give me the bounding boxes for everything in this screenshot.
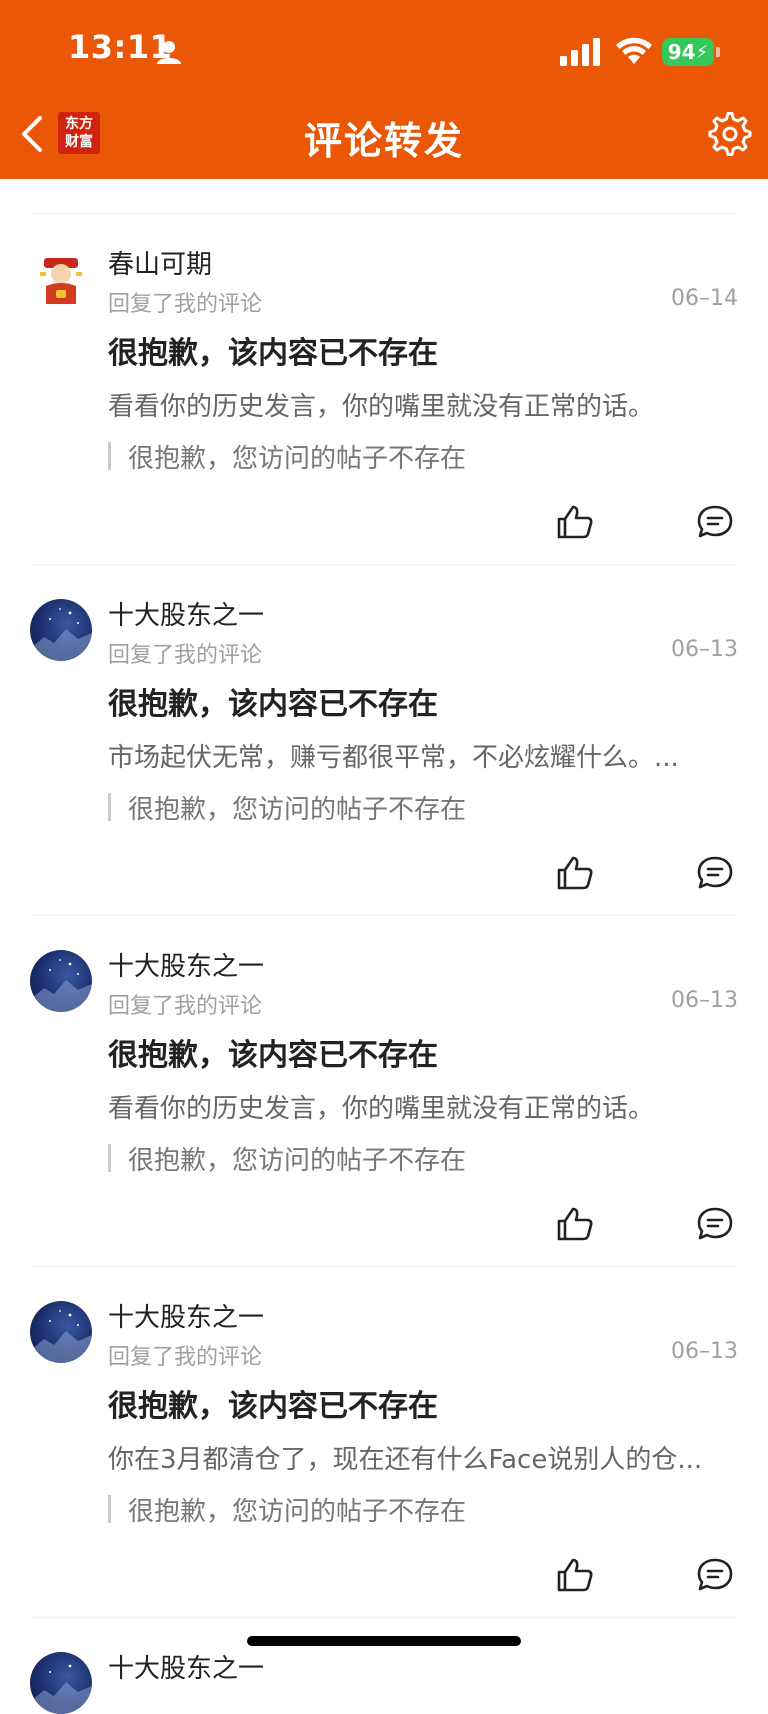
night-sky-avatar-image bbox=[30, 608, 92, 661]
thumbs-up-icon[interactable] bbox=[556, 1557, 594, 1593]
username[interactable]: 十大股东之一 bbox=[108, 595, 264, 632]
quoted-post[interactable]: 很抱歉，您访问的帖子不存在 bbox=[128, 789, 466, 826]
comment-bubble-icon[interactable] bbox=[696, 1557, 734, 1593]
username[interactable]: 春山可期 bbox=[108, 244, 212, 281]
home-indicator[interactable] bbox=[247, 1636, 521, 1646]
comment-date: 06–13 bbox=[671, 988, 738, 1013]
username[interactable]: 十大股东之一 bbox=[108, 1648, 264, 1685]
cellular-signal-icon bbox=[560, 38, 600, 66]
comment-item[interactable]: 十大股东之一 bbox=[0, 1618, 768, 1714]
comment-date: 06–13 bbox=[671, 1339, 738, 1364]
quoted-post[interactable]: 很抱歉，您访问的帖子不存在 bbox=[128, 1491, 466, 1528]
comment-date: 06–13 bbox=[671, 637, 738, 662]
action-text: 回复了我的评论 bbox=[108, 1345, 263, 1370]
comment-item[interactable]: 十大股东之一 回复了我的评论 06–13 很抱歉，该内容已不存在 你在3月都清仓… bbox=[0, 1267, 768, 1618]
wifi-icon bbox=[616, 37, 652, 64]
quote-bar bbox=[108, 793, 111, 821]
battery-level: 94 bbox=[667, 40, 696, 64]
status-bar: 13:11 94 ⚡ bbox=[0, 0, 768, 100]
avatar[interactable] bbox=[30, 1301, 92, 1363]
night-sky-avatar-image bbox=[30, 959, 92, 1012]
gear-icon[interactable] bbox=[708, 112, 752, 156]
username[interactable]: 十大股东之一 bbox=[108, 946, 264, 983]
comment-headline[interactable]: 很抱歉，该内容已不存在 bbox=[108, 328, 438, 372]
comment-headline[interactable]: 很抱歉，该内容已不存在 bbox=[108, 1030, 438, 1074]
thumbs-up-icon[interactable] bbox=[556, 1206, 594, 1242]
comment-item[interactable]: 十大股东之一 回复了我的评论 06–13 很抱歉，该内容已不存在 市场起伏无常，… bbox=[0, 565, 768, 916]
navigation-bar: 东方 财富 评论转发 bbox=[0, 100, 768, 179]
page-title: 评论转发 bbox=[303, 119, 464, 163]
comment-content[interactable]: 市场起伏无常，赚亏都很平常，不必炫耀什么。... bbox=[108, 737, 728, 774]
night-sky-avatar-image bbox=[30, 1310, 92, 1363]
avatar[interactable] bbox=[30, 950, 92, 1012]
comment-headline[interactable]: 很抱歉，该内容已不存在 bbox=[108, 1381, 438, 1425]
comment-item[interactable]: 十大股东之一 回复了我的评论 06–13 很抱歉，该内容已不存在 看看你的历史发… bbox=[0, 916, 768, 1267]
comment-date: 06–14 bbox=[671, 286, 738, 311]
comment-bubble-icon[interactable] bbox=[696, 504, 734, 540]
avatar[interactable] bbox=[30, 248, 92, 310]
app-header: 13:11 94 ⚡ 东方 财富 评论转发 bbox=[0, 0, 768, 179]
night-sky-avatar-image bbox=[30, 1664, 92, 1714]
action-text: 回复了我的评论 bbox=[108, 994, 263, 1019]
quoted-post[interactable]: 很抱歉，您访问的帖子不存在 bbox=[128, 1140, 466, 1177]
quote-bar bbox=[108, 1144, 111, 1172]
comment-bubble-icon[interactable] bbox=[696, 1206, 734, 1242]
avatar[interactable] bbox=[30, 599, 92, 661]
comment-content[interactable]: 看看你的历史发言，你的嘴里就没有正常的话。 bbox=[108, 1088, 728, 1125]
username[interactable]: 十大股东之一 bbox=[108, 1297, 264, 1334]
quote-bar bbox=[108, 1495, 111, 1523]
action-text: 回复了我的评论 bbox=[108, 292, 263, 317]
battery-indicator: 94 ⚡ bbox=[662, 38, 714, 66]
comment-content[interactable]: 看看你的历史发言，你的嘴里就没有正常的话。 bbox=[108, 386, 728, 423]
thumbs-up-icon[interactable] bbox=[556, 855, 594, 891]
comment-headline[interactable]: 很抱歉，该内容已不存在 bbox=[108, 679, 438, 723]
comment-bubble-icon[interactable] bbox=[696, 855, 734, 891]
quoted-post[interactable]: 很抱歉，您访问的帖子不存在 bbox=[128, 438, 466, 475]
battery-tip bbox=[716, 47, 720, 57]
comment-content[interactable]: 你在3月都清仓了，现在还有什么Face说别人的仓... bbox=[108, 1439, 728, 1476]
thumbs-up-icon[interactable] bbox=[556, 504, 594, 540]
charging-bolt-icon: ⚡ bbox=[695, 41, 709, 63]
action-text: 回复了我的评论 bbox=[108, 643, 263, 668]
person-icon bbox=[157, 41, 181, 64]
comment-item[interactable]: 春山可期 回复了我的评论 06–14 很抱歉，该内容已不存在 看看你的历史发言，… bbox=[0, 214, 768, 565]
fortune-god-avatar-image bbox=[30, 248, 92, 310]
quote-bar bbox=[108, 442, 111, 470]
avatar[interactable] bbox=[30, 1652, 92, 1714]
